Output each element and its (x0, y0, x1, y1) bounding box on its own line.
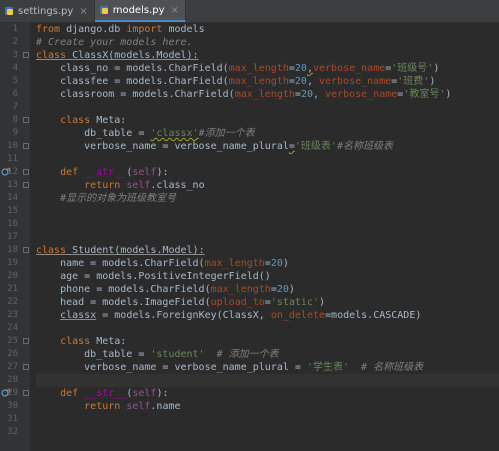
line-number: 17 (7, 232, 18, 242)
tab-label: models.py (112, 4, 165, 16)
code-line: #显示的对象为班级教室号 (36, 193, 177, 204)
code-line: classfee = models.CharField(max_length=2… (36, 76, 436, 87)
code-line: verbose_name = verbose_name_plural = '学生… (36, 362, 424, 373)
line-number: 15 (7, 206, 18, 216)
line-number: 21 (7, 284, 18, 294)
line-number: 25 (0, 335, 30, 348)
line-number: 13 (0, 179, 30, 192)
code-line: name = models.CharField(max_length=20) (36, 258, 289, 269)
code-line: db_table = 'classx'#添加一个表 (36, 128, 255, 139)
line-number: 27 (0, 361, 30, 374)
line-number: 22 (7, 297, 18, 307)
line-number: 14 (7, 193, 18, 203)
code-line: class Student(models.Model): (36, 245, 205, 256)
close-tab-icon[interactable]: × (169, 5, 179, 16)
code-line: db_table = 'student' # 添加一个表 (36, 349, 279, 360)
fold-icon[interactable] (23, 364, 29, 370)
line-number: 6 (12, 89, 18, 99)
code-line: class Meta: (36, 336, 127, 347)
line-number: 26 (7, 349, 18, 359)
line-number: 30 (7, 401, 18, 411)
code-line: # Create your models here. (36, 37, 193, 48)
fold-icon[interactable] (23, 143, 29, 149)
line-number: 16 (7, 219, 18, 229)
fold-icon[interactable] (23, 390, 29, 396)
code-area[interactable]: from django.db import models # Create yo… (30, 23, 499, 451)
code-line: from django.db import models (36, 24, 205, 35)
line-number: 20 (7, 271, 18, 281)
line-number: 4 (12, 63, 18, 73)
line-number: 8 (0, 114, 30, 127)
line-number: 7 (12, 102, 18, 112)
code-line: class Meta: (36, 115, 127, 126)
code-line: verbose_name = verbose_name_plural='班级表'… (36, 141, 393, 152)
line-number: 18 (0, 244, 30, 257)
code-line-current (36, 374, 499, 387)
close-tab-icon[interactable]: × (77, 6, 87, 17)
code-line: class_no = models.CharField(max_length=2… (36, 63, 440, 74)
code-line: class ClassX(models.Model): (36, 50, 199, 61)
code-line: age = models.PositiveIntegerField() (36, 271, 271, 282)
code-line: phone = models.CharField(max_length=20) (36, 284, 295, 295)
line-number: 1 (12, 24, 18, 34)
code-line: def __str__(self): (36, 388, 169, 399)
tab-models-py[interactable]: models.py × (94, 0, 186, 22)
line-number: 12 (0, 166, 30, 179)
fold-icon[interactable] (23, 338, 29, 344)
tab-settings-py[interactable]: settings.py × (0, 0, 95, 22)
code-editor[interactable]: 1 2 3 4 5 6 7 8 9 10 11 12 13 14 15 16 1… (0, 23, 499, 451)
code-line: classx = models.ForeignKey(ClassX, on_de… (60, 310, 422, 321)
line-number: 32 (7, 427, 18, 437)
line-number: 24 (7, 323, 18, 333)
code-line: classroom = models.CharField(max_length=… (36, 89, 452, 100)
line-number: 28 (7, 375, 18, 385)
python-file-icon (4, 6, 14, 16)
line-number: 23 (7, 310, 18, 320)
code-line: return self.name (36, 401, 181, 412)
tab-label: settings.py (18, 5, 74, 17)
fold-icon[interactable] (23, 182, 29, 188)
line-number: 5 (12, 76, 18, 86)
fold-icon[interactable] (23, 117, 29, 123)
override-method-icon[interactable] (1, 389, 10, 398)
line-number: 9 (12, 128, 18, 138)
fold-icon[interactable] (23, 247, 29, 253)
python-file-icon (99, 5, 109, 15)
line-number: 11 (7, 154, 18, 164)
fold-icon[interactable] (23, 52, 29, 58)
fold-icon[interactable] (23, 169, 29, 175)
line-number: 2 (12, 37, 18, 47)
line-number-gutter: 1 2 3 4 5 6 7 8 9 10 11 12 13 14 15 16 1… (0, 23, 30, 451)
line-number: 3 (0, 49, 30, 62)
editor-tab-bar: settings.py × models.py × (0, 0, 499, 23)
line-number: 19 (7, 258, 18, 268)
line-number: 29 (0, 387, 30, 400)
line-number: 31 (7, 414, 18, 424)
code-line: return self.class_no (36, 180, 205, 191)
override-method-icon[interactable] (1, 168, 10, 177)
code-line: def __str__(self): (36, 167, 169, 178)
code-line: head = models.ImageField(upload_to='stat… (36, 297, 326, 308)
line-number: 10 (0, 140, 30, 153)
